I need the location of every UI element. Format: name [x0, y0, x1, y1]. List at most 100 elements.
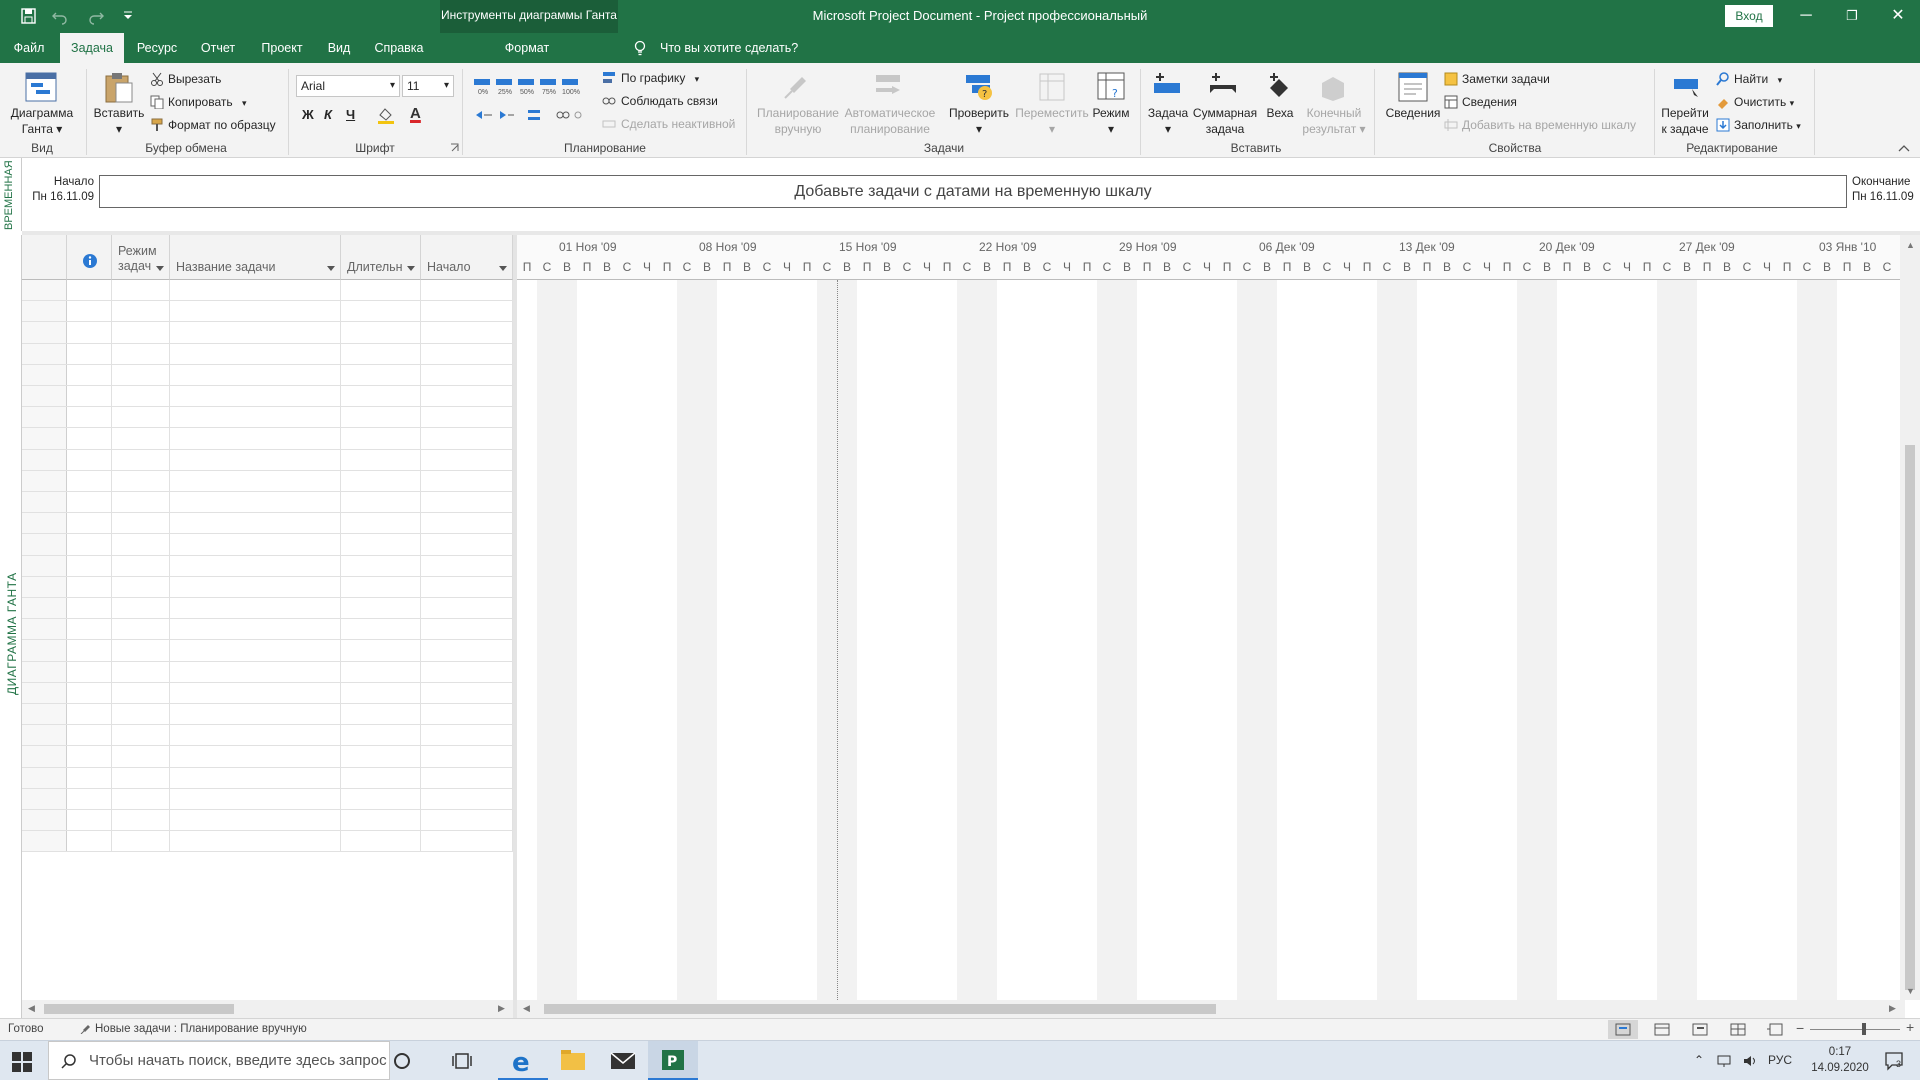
table-cell[interactable]	[112, 746, 170, 767]
table-row[interactable]	[22, 470, 513, 492]
scroll-down-icon[interactable]: ▼	[1906, 986, 1915, 996]
table-row[interactable]	[22, 746, 513, 768]
task-insert-icon[interactable]	[1150, 71, 1184, 103]
scroll-to-task-icon[interactable]	[1670, 71, 1704, 103]
table-cell[interactable]	[67, 767, 112, 788]
table-cell[interactable]	[341, 640, 421, 661]
zoom-slider-thumb[interactable]	[1862, 1023, 1866, 1035]
table-cell[interactable]	[170, 555, 341, 576]
fill-dropdown-icon[interactable]: ▾	[1796, 121, 1801, 131]
table-cell[interactable]	[421, 682, 513, 703]
milestone-button[interactable]: Веха	[1258, 105, 1302, 121]
table-cell[interactable]	[341, 534, 421, 555]
on-track-dropdown-icon[interactable]: ▾	[695, 74, 700, 84]
table-cell[interactable]	[421, 576, 513, 597]
table-cell[interactable]	[170, 767, 341, 788]
cut-button[interactable]: Вырезать	[168, 72, 221, 86]
row-id-cell[interactable]	[22, 619, 67, 640]
auto-schedule-button[interactable]: Автоматическое планирование	[842, 105, 938, 137]
table-cell[interactable]	[112, 386, 170, 407]
table-cell[interactable]	[112, 534, 170, 555]
cortana-icon[interactable]	[392, 1051, 412, 1071]
table-cell[interactable]	[170, 513, 341, 534]
clear-dropdown-icon[interactable]: ▾	[1790, 98, 1795, 108]
table-row[interactable]	[22, 449, 513, 471]
table-cell[interactable]	[170, 407, 341, 428]
table-cell[interactable]	[421, 767, 513, 788]
task-mode-header-dropdown-icon[interactable]	[156, 266, 164, 271]
table-row[interactable]	[22, 280, 513, 302]
table-cell[interactable]	[170, 704, 341, 725]
add-to-timeline-icon[interactable]	[1444, 118, 1458, 132]
fill-button[interactable]: Заполнить ▾	[1734, 118, 1801, 132]
table-cell[interactable]	[67, 661, 112, 682]
close-button[interactable]: ✕	[1875, 0, 1920, 33]
table-cell[interactable]	[341, 788, 421, 809]
table-cell[interactable]	[112, 428, 170, 449]
table-cell[interactable]	[112, 280, 170, 301]
row-id-cell[interactable]	[22, 280, 67, 301]
table-cell[interactable]	[421, 428, 513, 449]
table-row[interactable]	[22, 576, 513, 598]
table-cell[interactable]	[67, 407, 112, 428]
table-cell[interactable]	[421, 661, 513, 682]
table-cell[interactable]	[421, 746, 513, 767]
table-cell[interactable]	[341, 322, 421, 343]
add-to-timeline-button[interactable]: Добавить на временную шкалу	[1462, 118, 1636, 132]
details-button[interactable]: Сведения	[1462, 95, 1517, 109]
table-cell[interactable]	[112, 492, 170, 513]
table-cell[interactable]	[67, 301, 112, 322]
row-id-cell[interactable]	[22, 449, 67, 470]
row-id-cell[interactable]	[22, 386, 67, 407]
table-cell[interactable]	[170, 788, 341, 809]
find-button[interactable]: Найти ▾	[1734, 72, 1782, 86]
table-cell[interactable]	[421, 725, 513, 746]
table-cell[interactable]	[421, 534, 513, 555]
table-cell[interactable]	[341, 576, 421, 597]
table-cell[interactable]	[112, 407, 170, 428]
header-duration[interactable]: Длительн	[341, 235, 421, 280]
tab-file[interactable]: Файл	[4, 33, 54, 63]
row-id-cell[interactable]	[22, 301, 67, 322]
duration-header-dropdown-icon[interactable]	[407, 266, 415, 271]
table-cell[interactable]	[67, 746, 112, 767]
table-cell[interactable]	[112, 725, 170, 746]
table-cell[interactable]	[67, 513, 112, 534]
table-cell[interactable]	[421, 322, 513, 343]
table-cell[interactable]	[421, 640, 513, 661]
font-color-button[interactable]: А	[410, 105, 421, 122]
tab-view[interactable]: Вид	[320, 33, 358, 63]
table-cell[interactable]	[341, 407, 421, 428]
table-cell[interactable]	[170, 470, 341, 491]
table-row[interactable]	[22, 598, 513, 620]
collapse-ribbon-icon[interactable]	[1898, 143, 1910, 153]
table-cell[interactable]	[170, 449, 341, 470]
table-cell[interactable]	[67, 576, 112, 597]
table-cell[interactable]	[112, 661, 170, 682]
table-cell[interactable]	[112, 449, 170, 470]
table-row[interactable]	[22, 725, 513, 747]
row-id-cell[interactable]	[22, 746, 67, 767]
header-indicators[interactable]	[67, 235, 112, 280]
insert-task-button[interactable]: Задача ▾	[1144, 105, 1192, 137]
inactivate-icon[interactable]	[602, 117, 616, 131]
table-cell[interactable]	[67, 280, 112, 301]
table-cell[interactable]	[112, 322, 170, 343]
row-id-cell[interactable]	[22, 407, 67, 428]
taskbar-project-icon[interactable]: P	[648, 1041, 698, 1080]
table-cell[interactable]	[170, 534, 341, 555]
table-cell[interactable]	[341, 725, 421, 746]
row-id-cell[interactable]	[22, 661, 67, 682]
table-cell[interactable]	[67, 428, 112, 449]
on-track-button[interactable]: По графику ▾	[621, 71, 699, 85]
zoom-out-button[interactable]: −	[1796, 1020, 1804, 1036]
table-row[interactable]	[22, 619, 513, 641]
notes-icon[interactable]	[1444, 72, 1458, 86]
clear-button[interactable]: Очистить ▾	[1734, 95, 1794, 109]
table-row[interactable]	[22, 428, 513, 450]
table-cell[interactable]	[170, 280, 341, 301]
table-cell[interactable]	[170, 576, 341, 597]
table-cell[interactable]	[67, 831, 112, 852]
font-name-combo[interactable]: Arial ▾	[296, 75, 400, 97]
tab-report[interactable]: Отчет	[193, 33, 243, 63]
